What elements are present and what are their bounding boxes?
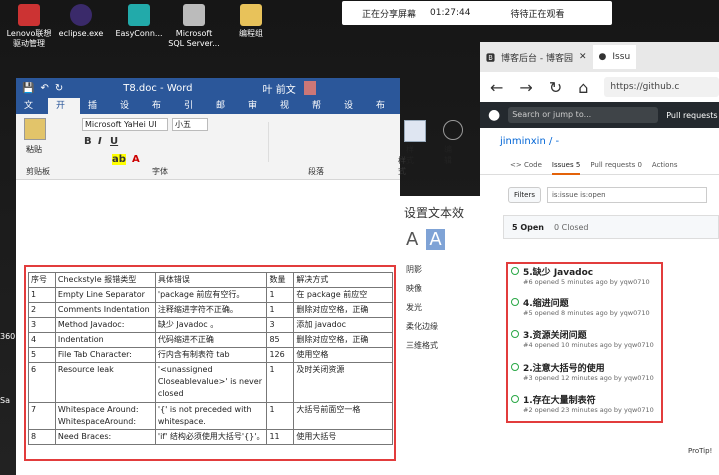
repo-tabs: <> Code Issues 5 Pull requests 0 Actions: [480, 155, 719, 175]
pane-mode-toggle: A A: [406, 229, 474, 250]
tab-home[interactable]: 开始: [48, 98, 80, 127]
desktop-icon-easyconn[interactable]: EasyConn...: [110, 4, 168, 39]
desktop-icon-sqlserver[interactable]: Microsoft SQL Server...: [165, 4, 223, 49]
refresh-icon[interactable]: ↻: [549, 78, 562, 97]
pane-item-glow[interactable]: 发光: [406, 302, 474, 313]
github-header: ● Search or jump to... Pull requests: [480, 102, 719, 128]
window-title: T8.doc - Word: [123, 82, 193, 94]
tab-label: Issu: [612, 52, 631, 62]
pane-item-reflection[interactable]: 映像: [406, 283, 474, 294]
tab-file[interactable]: 文件: [16, 98, 48, 127]
share-status: 正在分享屏幕: [362, 9, 417, 20]
issue-filter-bar: Filters is:issue is:open: [508, 187, 719, 203]
pane-title: 设置文本效: [404, 206, 465, 220]
ribbon-tabs: 文件 开始 插入 设计 布局 引用 邮件 审阅 视图 帮助 设计 布局: [16, 98, 400, 127]
avatar[interactable]: [303, 81, 316, 95]
tab-help[interactable]: 帮助: [304, 98, 336, 127]
italic-button[interactable]: I: [98, 136, 102, 147]
watch-status[interactable]: 待待正在观看: [510, 7, 564, 20]
forward-icon[interactable]: →: [519, 78, 532, 97]
protip: ProTip!: [688, 447, 713, 455]
pane-item-shadow[interactable]: 阴影: [406, 264, 474, 275]
group-clipboard: 剪贴板: [26, 167, 50, 176]
tab-github[interactable]: ● Issu: [592, 45, 637, 69]
tab-view[interactable]: 视图: [272, 98, 304, 127]
tab-actions[interactable]: Actions: [652, 161, 678, 169]
cnblogs-icon: 🅱: [486, 53, 496, 64]
highlight-button[interactable]: ab: [112, 154, 126, 165]
text-fill-icon[interactable]: A: [406, 229, 418, 250]
closed-count[interactable]: 0 Closed: [554, 223, 589, 232]
paste-icon[interactable]: [24, 118, 46, 140]
issues-list-header: 5 Open 0 Closed: [503, 215, 719, 239]
tab-table-design[interactable]: 设计: [336, 98, 368, 127]
browser-navbar: ← → ↻ ⌂ https://github.c: [480, 72, 719, 102]
pane-item-3d-format[interactable]: 三维格式: [406, 340, 474, 351]
user-name: 叶 前文: [262, 84, 296, 96]
tab-insert[interactable]: 插入: [80, 98, 112, 127]
tab-layout[interactable]: 布局: [144, 98, 176, 127]
pull-requests-link[interactable]: Pull requests: [666, 111, 717, 120]
tab-mailings[interactable]: 邮件: [208, 98, 240, 127]
screen-share-bar: 正在分享屏幕 01:27:44 待待正在观看: [342, 1, 612, 25]
tab-table-layout[interactable]: 布局: [368, 98, 400, 127]
issues-highlight-box: [506, 262, 663, 423]
word-titlebar: 💾 ↶ ↻ T8.doc - Word 叶 前文: [16, 78, 400, 98]
underline-button[interactable]: U: [110, 136, 118, 147]
close-icon[interactable]: ✕: [579, 52, 587, 62]
edit-button[interactable]: 编辑: [444, 144, 452, 166]
font-size-select[interactable]: 小五: [172, 118, 208, 131]
styles-icon[interactable]: [404, 120, 426, 142]
tab-pull-requests[interactable]: Pull requests 0: [590, 161, 642, 169]
search-icon[interactable]: [443, 120, 463, 140]
text-effects-pane: 设置文本效 A A 阴影 映像 发光 柔化边缘 三维格式: [400, 196, 480, 475]
tab-review[interactable]: 审阅: [240, 98, 272, 127]
github-icon: ●: [598, 52, 607, 62]
search-input[interactable]: Search or jump to...: [508, 107, 659, 123]
styles-button[interactable]: 样式: [406, 144, 414, 166]
desktop-icon-folder[interactable]: 编程组: [222, 4, 280, 39]
font-name-select[interactable]: Microsoft YaHei UI: [82, 118, 168, 131]
tab-code[interactable]: <> Code: [510, 161, 542, 169]
folder-icon: [240, 4, 262, 26]
paste-button[interactable]: 粘贴: [26, 144, 42, 155]
paragraph-controls[interactable]: [268, 122, 378, 162]
ribbon: 粘贴 Microsoft YaHei UI 小五 B I U A ab 样式 编…: [16, 114, 463, 180]
lenovo-icon: [18, 4, 40, 26]
github-logo-icon[interactable]: ●: [488, 107, 500, 123]
group-font: 字体: [152, 167, 168, 176]
group-paragraph: 段落: [308, 167, 324, 176]
home-icon[interactable]: ⌂: [578, 78, 588, 97]
undo-icon[interactable]: ↶: [40, 83, 48, 94]
tab-issues[interactable]: Issues 5: [551, 155, 581, 175]
font-color-button[interactable]: A: [132, 154, 140, 165]
save-icon[interactable]: 💾: [22, 83, 34, 94]
group-style: 样式: [398, 156, 406, 176]
address-bar[interactable]: https://github.c: [604, 77, 719, 97]
pane-item-soft-edges[interactable]: 柔化边缘: [406, 321, 474, 332]
eclipse-icon: [70, 4, 92, 26]
repo-name[interactable]: jinminxin / -: [480, 128, 719, 155]
text-effects-icon[interactable]: A: [426, 229, 445, 250]
sql-server-icon: [183, 4, 205, 26]
issue-search-input[interactable]: is:issue is:open: [546, 187, 707, 203]
desktop-icon-lenovo[interactable]: Lenovo联想 驱动管理: [0, 4, 58, 49]
open-count[interactable]: 5 Open: [512, 223, 544, 232]
tab-label: 博客后台 - 博客园: [501, 53, 573, 64]
easyconn-icon: [128, 4, 150, 26]
filters-button[interactable]: Filters: [508, 187, 541, 203]
tab-design[interactable]: 设计: [112, 98, 144, 127]
bold-button[interactable]: B: [84, 136, 92, 147]
browser-tabs: 🅱 博客后台 - 博客园 ✕ ● Issu: [480, 42, 719, 72]
desktop-label-360: 360: [0, 332, 16, 341]
table-highlight-box: [24, 265, 396, 461]
back-icon[interactable]: ←: [490, 78, 503, 97]
share-time: 01:27:44: [430, 8, 471, 18]
tab-cnblogs[interactable]: 🅱 博客后台 - 博客园 ✕: [480, 45, 593, 69]
desktop-icon-eclipse[interactable]: eclipse.exe: [52, 4, 110, 39]
desktop-label-sa: Sa: [0, 396, 10, 405]
tab-references[interactable]: 引用: [176, 98, 208, 127]
redo-icon[interactable]: ↻: [55, 83, 63, 94]
